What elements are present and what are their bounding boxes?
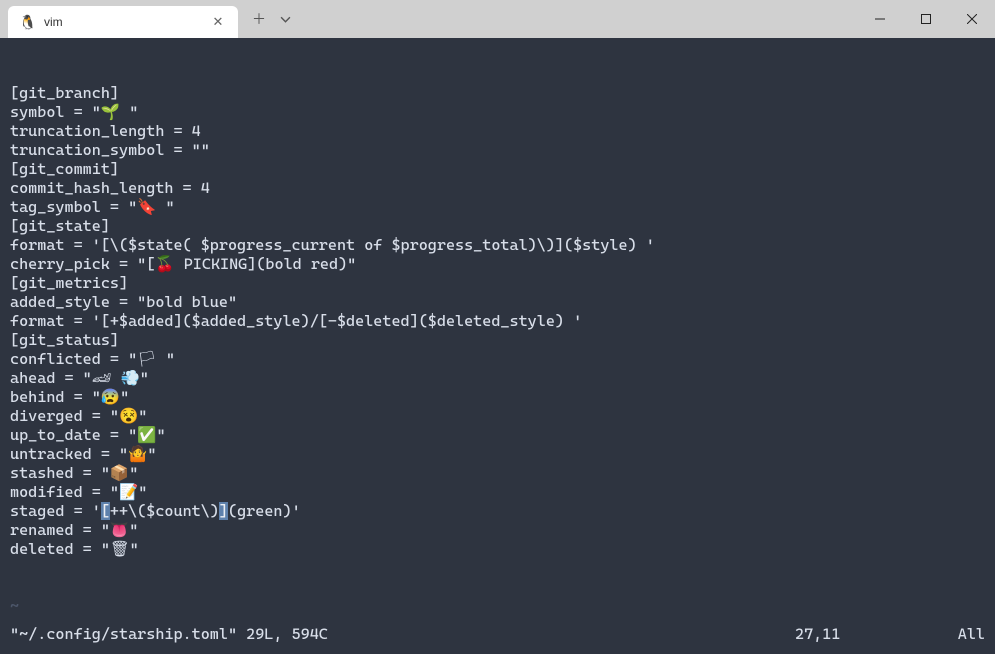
linux-icon: 🐧 bbox=[20, 14, 36, 30]
editor-line: tag_symbol = "🔖 " bbox=[10, 198, 985, 217]
editor-line: [git_commit] bbox=[10, 160, 985, 179]
tab-active[interactable]: 🐧 vim ✕ bbox=[8, 6, 238, 38]
tab-close-button[interactable]: ✕ bbox=[210, 14, 226, 30]
editor-content: [git_branch]symbol = "🌱 "truncation_leng… bbox=[10, 84, 985, 559]
app-window: 🐧 vim ✕ ＋ [git_branch]symbol = "🌱 "trunc… bbox=[0, 0, 995, 654]
new-tab-button[interactable]: ＋ bbox=[252, 9, 266, 29]
editor-line: deleted = "🗑" bbox=[10, 540, 985, 559]
tab-title: vim bbox=[44, 15, 202, 29]
editor-line: symbol = "🌱 " bbox=[10, 103, 985, 122]
editor-line: modified = "📝" bbox=[10, 483, 985, 502]
editor-line: staged = '[++\($count\)](green)' bbox=[10, 502, 985, 521]
editor-line: renamed = "👅" bbox=[10, 521, 985, 540]
terminal-viewport[interactable]: [git_branch]symbol = "🌱 "truncation_leng… bbox=[0, 38, 995, 654]
editor-line: added_style = "bold blue" bbox=[10, 293, 985, 312]
window-controls bbox=[857, 0, 995, 38]
editor-line: truncation_length = 4 bbox=[10, 122, 985, 141]
editor-line: ahead = "🏎 💨" bbox=[10, 369, 985, 388]
tab-actions: ＋ bbox=[252, 9, 291, 29]
editor-line: commit_hash_length = 4 bbox=[10, 179, 985, 198]
editor-line: format = '[\($state( $progress_current o… bbox=[10, 236, 985, 255]
editor-line: truncation_symbol = "" bbox=[10, 141, 985, 160]
status-position: 27,11 bbox=[795, 625, 945, 644]
maximize-button[interactable] bbox=[903, 0, 949, 38]
editor-line: [git_status] bbox=[10, 331, 985, 350]
editor-line: conflicted = "🏳 " bbox=[10, 350, 985, 369]
editor-line: [git_state] bbox=[10, 217, 985, 236]
editor-line: diverged = "😵" bbox=[10, 407, 985, 426]
editor-line: [git_branch] bbox=[10, 84, 985, 103]
editor-line: untracked = "🤷" bbox=[10, 445, 985, 464]
tab-dropdown-button[interactable] bbox=[280, 14, 291, 25]
editor-line: cherry_pick = "[🍒 PICKING](bold red)" bbox=[10, 255, 985, 274]
editor-line: behind = "😰" bbox=[10, 388, 985, 407]
editor-line: stashed = "📦" bbox=[10, 464, 985, 483]
titlebar: 🐧 vim ✕ ＋ bbox=[0, 0, 995, 38]
status-file: "~/.config/starship.toml" 29L, 594C bbox=[10, 625, 795, 644]
editor-line: up_to_date = "✅" bbox=[10, 426, 985, 445]
editor-line: format = '[+$added]($added_style)/[-$del… bbox=[10, 312, 985, 331]
editor-line: [git_metrics] bbox=[10, 274, 985, 293]
close-button[interactable] bbox=[949, 0, 995, 38]
status-percent: All bbox=[945, 625, 985, 644]
vim-tilde: ~ bbox=[10, 597, 985, 616]
vim-status-line: "~/.config/starship.toml" 29L, 594C 27,1… bbox=[10, 625, 985, 644]
minimize-button[interactable] bbox=[857, 0, 903, 38]
